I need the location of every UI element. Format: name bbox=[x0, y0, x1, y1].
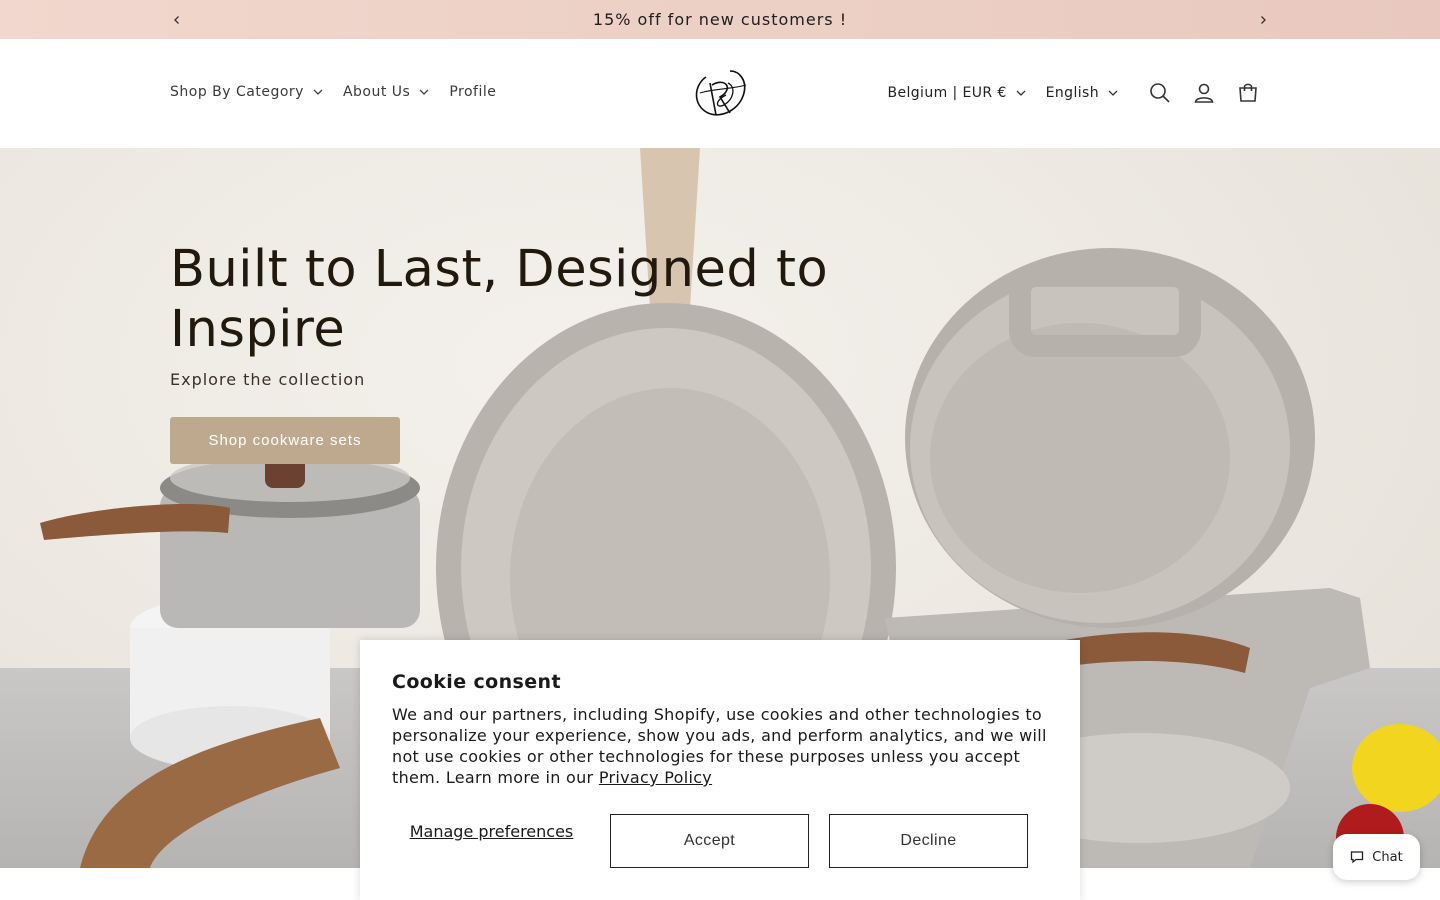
cart-icon bbox=[1239, 83, 1257, 102]
chat-label: Chat bbox=[1372, 849, 1403, 865]
manage-preferences-link[interactable]: Manage preferences bbox=[392, 822, 591, 841]
chevron-down-icon bbox=[313, 89, 323, 95]
nav-label: About Us bbox=[342, 84, 411, 100]
chat-button[interactable]: Chat bbox=[1333, 834, 1420, 880]
country-selector[interactable]: Belgium | EUR € bbox=[887, 85, 1026, 101]
cart-button[interactable] bbox=[1226, 71, 1270, 115]
brand-logo[interactable] bbox=[686, 63, 754, 123]
chevron-down-icon bbox=[419, 89, 429, 95]
previous-announcement-button[interactable] bbox=[167, 10, 187, 30]
accept-button[interactable]: Accept bbox=[610, 814, 809, 868]
hero-subtitle: Explore the collection bbox=[170, 370, 366, 389]
nav-shop-by-category[interactable]: Shop By Category bbox=[170, 84, 323, 100]
language-selector[interactable]: English bbox=[1046, 85, 1118, 101]
account-icon bbox=[1194, 83, 1214, 103]
header-tools: Belgium | EUR € English bbox=[887, 75, 1270, 111]
chat-bubble-icon bbox=[1350, 850, 1364, 864]
search-button[interactable] bbox=[1138, 71, 1182, 115]
cookie-body: We and our partners, including Shopify, … bbox=[392, 704, 1052, 788]
announcement-bar: 15% off for new customers ! bbox=[0, 0, 1440, 39]
next-announcement-button[interactable] bbox=[1253, 10, 1273, 30]
cookie-body-text: We and our partners, including Shopify, … bbox=[392, 705, 1047, 787]
account-button[interactable] bbox=[1182, 71, 1226, 115]
nav-profile[interactable]: Profile bbox=[449, 84, 496, 100]
nav-label: Profile bbox=[449, 84, 497, 100]
decline-button[interactable]: Decline bbox=[829, 814, 1028, 868]
privacy-policy-link[interactable]: Privacy Policy bbox=[599, 768, 712, 787]
nav-label: Shop By Category bbox=[170, 84, 304, 100]
chevron-down-icon bbox=[1108, 90, 1118, 96]
country-label: Belgium | EUR € bbox=[887, 85, 1007, 101]
announcement-text: 15% off for new customers ! bbox=[592, 10, 848, 29]
search-icon bbox=[1150, 83, 1170, 103]
chevron-right-icon bbox=[1261, 16, 1266, 24]
language-label: English bbox=[1045, 85, 1099, 101]
chevron-left-icon bbox=[174, 16, 179, 24]
cookie-consent-dialog: Cookie consent We and our partners, incl… bbox=[360, 640, 1080, 900]
hero-title: Built to Last, Designed to Inspire bbox=[170, 240, 829, 359]
site-header: Shop By Category About Us Profile Belgiu… bbox=[0, 39, 1440, 148]
nav-about-us[interactable]: About Us bbox=[343, 84, 429, 100]
chevron-down-icon bbox=[1016, 90, 1026, 96]
shop-cookware-sets-button[interactable]: Shop cookware sets bbox=[170, 417, 400, 464]
main-nav: Shop By Category About Us Profile bbox=[170, 84, 516, 100]
cookie-title: Cookie consent bbox=[392, 671, 561, 693]
